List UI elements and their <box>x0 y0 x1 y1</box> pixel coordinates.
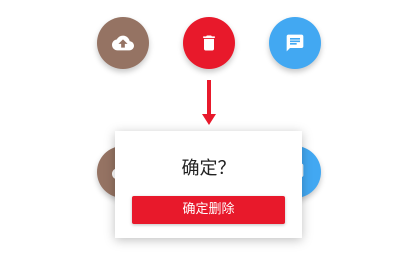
confirm-popup: 确定？ 确定删除 <box>115 131 302 238</box>
popup-title: 确定？ <box>181 158 236 179</box>
upload-button[interactable] <box>97 17 149 69</box>
cloud-upload-icon <box>112 32 134 54</box>
confirm-delete-button[interactable]: 确定删除 <box>132 196 285 224</box>
delete-button[interactable] <box>183 17 235 69</box>
down-arrow-icon <box>202 80 216 130</box>
trash-icon <box>199 33 219 53</box>
message-button[interactable] <box>269 17 321 69</box>
message-icon <box>285 33 305 53</box>
